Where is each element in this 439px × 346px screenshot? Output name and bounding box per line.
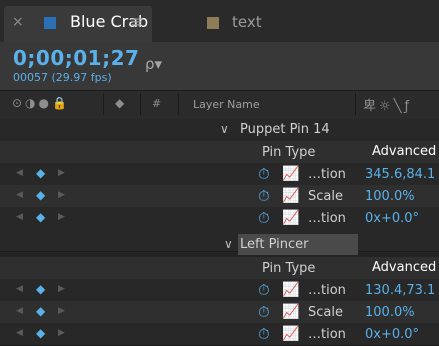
graph-icon[interactable]: 📈 (282, 210, 299, 226)
next-keyframe-icon[interactable]: ▶ (58, 168, 65, 178)
column-divider (140, 93, 141, 115)
column-divider (355, 93, 356, 115)
tab-menu-icon[interactable]: ≡ (130, 12, 143, 31)
group-name[interactable]: Puppet Pin 14 (240, 122, 330, 137)
next-keyframe-icon[interactable]: ▶ (58, 328, 65, 338)
label-column-icon: ◆ (115, 96, 125, 110)
stopwatch-icon[interactable]: ⏱ (258, 209, 270, 227)
stopwatch-icon[interactable]: ⏱ (258, 187, 270, 205)
layer-name-column-header[interactable]: Layer Name (193, 98, 260, 111)
previous-keyframe-icon[interactable]: ◀ (16, 212, 23, 222)
stopwatch-icon[interactable]: ⏱ (258, 165, 270, 183)
graph-icon[interactable]: 📈 (282, 304, 299, 320)
current-time-display[interactable]: 0;00;01;27 (13, 46, 139, 70)
property-value[interactable]: 0x+0.0° (365, 211, 419, 226)
blue-crab-color-swatch (44, 17, 56, 29)
previous-keyframe-icon[interactable]: ◀ (16, 284, 23, 294)
tab-text-label[interactable]: text (232, 13, 262, 31)
close-tab-icon[interactable]: × (12, 14, 24, 30)
graph-icon[interactable]: 📈 (282, 166, 299, 182)
next-keyframe-icon[interactable]: ▶ (58, 190, 65, 200)
property-name: …tion (308, 283, 346, 298)
next-keyframe-icon[interactable]: ▶ (58, 284, 65, 294)
search-input[interactable] (164, 50, 438, 78)
stopwatch-icon[interactable]: ⏱ (258, 325, 270, 343)
graph-icon[interactable]: 📈 (282, 282, 299, 298)
text-color-swatch (207, 17, 219, 29)
switches-column-icons: 卑☼╲ƒ (363, 99, 413, 114)
pin-type-label: Pin Type (262, 145, 316, 160)
pin-type-dropdown[interactable]: Advanced (372, 260, 436, 275)
column-divider (103, 93, 104, 115)
expand-caret-icon[interactable]: ∨ (224, 237, 233, 251)
av-switch-icons: ⊙◑●🔒 (12, 96, 70, 110)
next-keyframe-icon[interactable]: ▶ (58, 306, 65, 316)
previous-keyframe-icon[interactable]: ◀ (16, 306, 23, 316)
keyframe-diamond-icon[interactable]: ◆ (36, 282, 45, 296)
stopwatch-icon[interactable]: ⏱ (258, 303, 270, 321)
keyframe-diamond-icon[interactable]: ◆ (36, 210, 45, 224)
property-name: …tion (308, 167, 346, 182)
keyframe-diamond-icon[interactable]: ◆ (36, 166, 45, 180)
property-value[interactable]: 130.4,73.1 (365, 283, 435, 298)
previous-keyframe-icon[interactable]: ◀ (16, 190, 23, 200)
column-divider (178, 93, 179, 115)
property-value[interactable]: 345.6,84.1 (365, 167, 435, 182)
number-column-header: # (152, 97, 162, 110)
group-name[interactable]: Left Pincer (240, 237, 309, 252)
next-keyframe-icon[interactable]: ▶ (58, 212, 65, 222)
expand-caret-icon[interactable]: ∨ (220, 122, 229, 136)
property-name: …tion (308, 211, 346, 226)
search-icon[interactable]: ρ▾ (145, 55, 162, 73)
pin-type-label: Pin Type (262, 261, 316, 276)
property-value[interactable]: 0x+0.0° (365, 327, 419, 342)
property-value[interactable]: 100.0% (365, 305, 415, 320)
keyframe-diamond-icon[interactable]: ◆ (36, 188, 45, 202)
property-value[interactable]: 100.0% (365, 189, 415, 204)
keyframe-diamond-icon[interactable]: ◆ (36, 326, 45, 340)
property-name: …tion (308, 327, 346, 342)
graph-icon[interactable]: 📈 (282, 326, 299, 342)
property-name: Scale (308, 189, 343, 204)
property-name: Scale (308, 305, 343, 320)
pin-type-dropdown[interactable]: Advanced (372, 144, 436, 159)
graph-icon[interactable]: 📈 (282, 188, 299, 204)
keyframe-diamond-icon[interactable]: ◆ (36, 304, 45, 318)
group-row-left-pincer[interactable] (0, 229, 439, 252)
previous-keyframe-icon[interactable]: ◀ (16, 168, 23, 178)
previous-keyframe-icon[interactable]: ◀ (16, 328, 23, 338)
frame-count: 00057 (29.97 fps) (13, 71, 112, 84)
stopwatch-icon[interactable]: ⏱ (258, 281, 270, 299)
